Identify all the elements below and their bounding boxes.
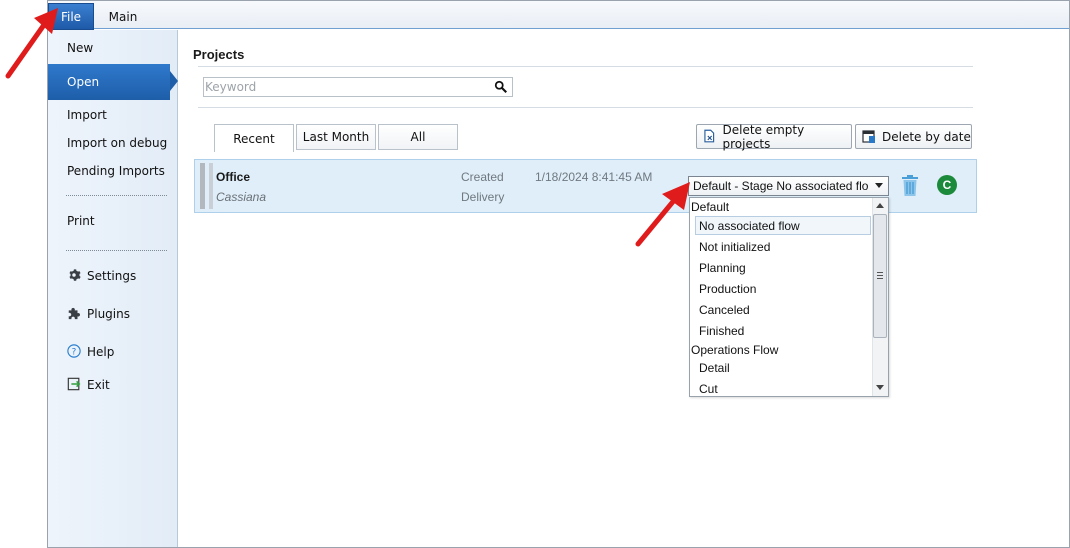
search-icon[interactable] — [494, 80, 508, 94]
selected-pointer — [170, 71, 178, 91]
project-client: Cassiana — [216, 190, 267, 204]
sidebar-item-help[interactable]: ? Help — [67, 344, 114, 359]
sidebar-item-label: Settings — [87, 269, 137, 283]
search-input[interactable] — [205, 79, 485, 95]
svg-text:?: ? — [72, 348, 77, 358]
search-box — [203, 77, 513, 97]
sidebar-item-exit[interactable]: Exit — [67, 377, 110, 392]
dropdown-option[interactable]: No associated flow — [699, 219, 800, 233]
dropdown-option[interactable]: Not initialized — [699, 240, 770, 254]
sidebar-item-import-on-debug[interactable]: Import on debug — [67, 136, 167, 150]
tab-all[interactable]: All — [378, 124, 458, 150]
dropdown-option[interactable]: Detail — [699, 361, 730, 375]
chevron-down-icon[interactable] — [875, 183, 883, 188]
button-label: Delete empty projects — [722, 122, 805, 151]
row-handle — [200, 163, 205, 209]
sidebar-item-pending-imports[interactable]: Pending Imports — [67, 164, 165, 178]
project-name: Office — [216, 170, 251, 184]
button-label: Delete by date — [882, 129, 971, 144]
tab-main[interactable]: Main — [100, 4, 146, 30]
sidebar-item-print[interactable]: Print — [67, 214, 95, 228]
puzzle-icon — [68, 307, 81, 320]
divider — [198, 66, 973, 67]
dropdown-group-label: Operations Flow — [691, 343, 779, 357]
tab-last-month[interactable]: Last Month — [296, 124, 376, 150]
annotation-arrow-icon — [635, 182, 690, 247]
sidebar-divider — [66, 195, 167, 196]
annotation-arrow-icon — [5, 8, 58, 79]
created-label: Created — [461, 170, 504, 184]
dropdown-option[interactable]: Cut — [699, 382, 718, 396]
sidebar-item-settings[interactable]: Settings — [67, 268, 136, 283]
delete-by-date-button[interactable]: Delete by date — [855, 124, 972, 149]
stage-select[interactable]: Default - Stage No associated flo — [688, 176, 889, 196]
tab-recent[interactable]: Recent — [214, 124, 294, 152]
sidebar-item-new[interactable]: New — [67, 41, 93, 55]
calendar-delete-icon — [862, 130, 875, 143]
delete-empty-projects-button[interactable]: Delete empty projects — [696, 122, 852, 151]
scroll-down-icon[interactable] — [876, 385, 884, 390]
app-window — [47, 0, 1070, 548]
sidebar-item-open[interactable]: Open — [48, 64, 170, 100]
sidebar-item-plugins[interactable]: Plugins — [67, 306, 130, 321]
trash-icon[interactable] — [901, 175, 919, 197]
dropdown-option[interactable]: Production — [699, 282, 756, 296]
sidebar-item-label: Exit — [87, 378, 110, 392]
help-icon: ? — [67, 344, 81, 358]
dropdown-group-label: Default — [691, 200, 730, 214]
dropdown-option[interactable]: Planning — [699, 261, 746, 275]
sidebar-item-import[interactable]: Import — [67, 108, 107, 122]
grip-icon — [877, 272, 883, 279]
stage-select-value: Default - Stage No associated flo — [693, 179, 869, 193]
page-title: Projects — [193, 47, 245, 62]
dropdown-option[interactable]: Finished — [699, 324, 744, 338]
document-delete-icon — [704, 129, 715, 143]
divider — [198, 107, 973, 108]
sidebar-item-label: Open — [67, 75, 100, 89]
gear-icon — [69, 269, 81, 281]
scroll-up-icon[interactable] — [876, 203, 884, 208]
menu-bar — [48, 1, 1069, 29]
sidebar-item-label: Plugins — [87, 307, 130, 321]
sidebar-divider — [66, 250, 167, 251]
sidebar-item-label: Help — [87, 345, 115, 359]
delivery-label: Delivery — [461, 190, 505, 204]
row-handle — [209, 163, 213, 209]
exit-icon — [67, 377, 81, 391]
status-badge[interactable]: C — [937, 175, 957, 195]
dropdown-option[interactable]: Canceled — [699, 303, 750, 317]
